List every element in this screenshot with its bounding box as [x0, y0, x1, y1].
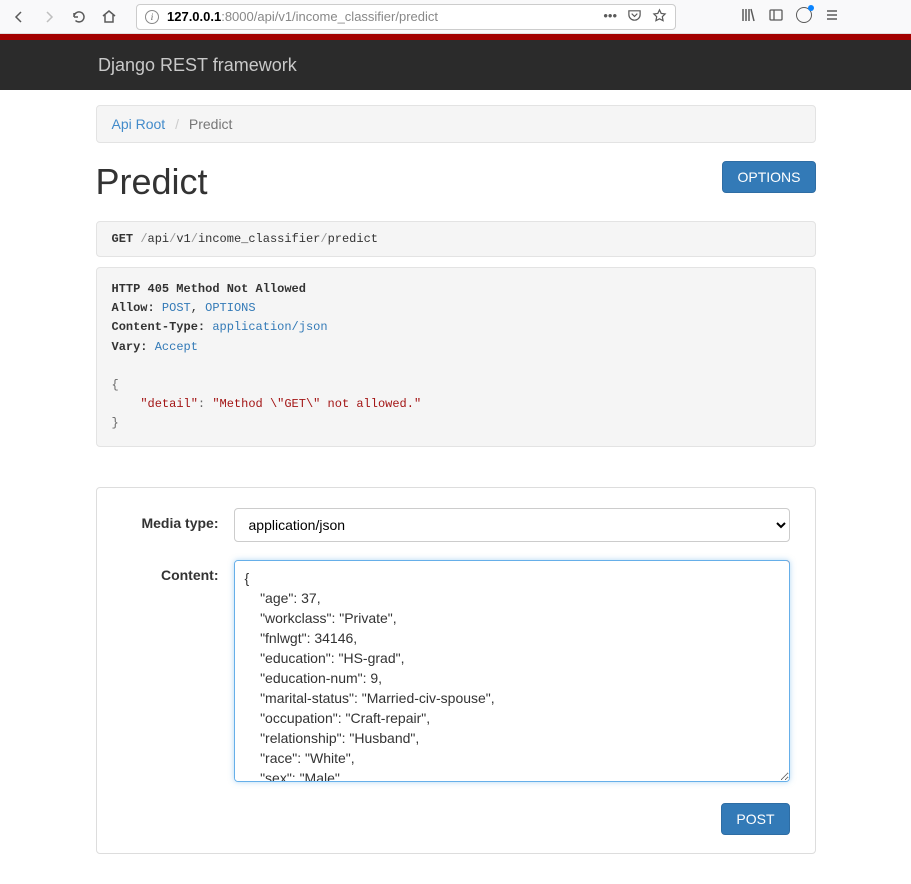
- header-ct-key: Content-Type:: [112, 320, 206, 334]
- breadcrumb-sep: /: [169, 116, 185, 132]
- reload-button[interactable]: [66, 4, 92, 30]
- star-icon[interactable]: [652, 8, 667, 26]
- sidebar-icon[interactable]: [768, 7, 784, 26]
- pocket-icon[interactable]: [627, 8, 642, 26]
- breadcrumb-current: Predict: [189, 116, 233, 132]
- options-button[interactable]: OPTIONS: [722, 161, 815, 193]
- media-type-select[interactable]: application/json: [234, 508, 790, 542]
- menu-icon[interactable]: [824, 7, 840, 26]
- library-icon[interactable]: [740, 7, 756, 26]
- raw-data-form: Media type: application/json Content: PO…: [96, 487, 816, 854]
- post-button[interactable]: POST: [721, 803, 789, 835]
- breadcrumb-root[interactable]: Api Root: [112, 116, 166, 132]
- header-allow-key: Allow:: [112, 301, 155, 315]
- content-label: Content:: [122, 560, 234, 785]
- breadcrumb: Api Root / Predict: [96, 105, 816, 143]
- page-title: Predict: [96, 161, 208, 203]
- more-icon[interactable]: •••: [603, 8, 617, 26]
- browser-toolbar: i 127.0.0.1:8000/api/v1/income_classifie…: [0, 0, 911, 34]
- content-textarea[interactable]: [234, 560, 790, 782]
- forward-button[interactable]: [36, 4, 62, 30]
- navbar: Django REST framework: [0, 40, 911, 90]
- account-icon[interactable]: [796, 7, 812, 26]
- media-type-label: Media type:: [122, 508, 234, 542]
- info-icon[interactable]: i: [145, 10, 159, 24]
- request-method: GET: [112, 232, 134, 246]
- home-button[interactable]: [96, 4, 122, 30]
- brand-link[interactable]: Django REST framework: [98, 55, 297, 76]
- response-status: HTTP 405 Method Not Allowed: [112, 280, 800, 299]
- request-line: GET /api/v1/income_classifier/predict: [96, 221, 816, 257]
- url-text: 127.0.0.1:8000/api/v1/income_classifier/…: [167, 9, 595, 24]
- response-panel: HTTP 405 Method Not Allowed Allow: POST,…: [96, 267, 816, 447]
- back-button[interactable]: [6, 4, 32, 30]
- url-bar[interactable]: i 127.0.0.1:8000/api/v1/income_classifie…: [136, 4, 676, 30]
- header-vary-key: Vary:: [112, 340, 148, 354]
